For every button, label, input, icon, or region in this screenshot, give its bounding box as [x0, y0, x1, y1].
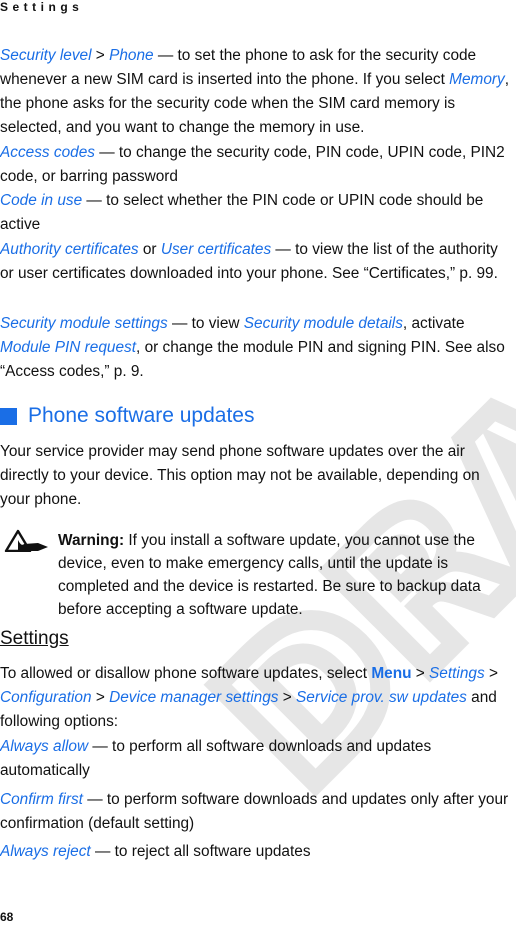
section-intro: Your service provider may send phone sof… — [0, 443, 480, 508]
option-access-codes: Access codes — to change the security co… — [0, 141, 512, 189]
page-number: 68 — [0, 910, 14, 924]
section-title: Phone software updates — [28, 404, 255, 427]
option-always-reject: Always reject — to reject all software u… — [0, 840, 512, 864]
menu-path-link[interactable]: Module PIN request — [0, 339, 136, 356]
menu-path-link[interactable]: User certificates — [161, 241, 271, 258]
option-desc: — to reject all software updates — [90, 843, 311, 860]
option-security-module: Security module settings — to view Secur… — [0, 312, 512, 384]
menu-path-link[interactable]: Authority certificates — [0, 241, 139, 258]
warning-label: Warning: — [58, 532, 125, 550]
option-always-allow: Always allow — to perform all software d… — [0, 735, 512, 783]
settings-instructions: To allowed or disallow phone software up… — [0, 662, 512, 734]
menu-path-link[interactable]: Device manager settings — [109, 689, 278, 706]
menu-path-link[interactable]: Service prov. sw updates — [296, 689, 467, 706]
option-code-in-use: Code in use — to select whether the PIN … — [0, 189, 512, 237]
body-text: > — [278, 689, 297, 706]
warning-icon — [4, 529, 48, 552]
menu-path-link[interactable]: Settings — [429, 665, 485, 682]
body-text: > — [91, 689, 110, 706]
option-confirm-first: Confirm first — to perform software down… — [0, 788, 512, 836]
body-text: , activate — [402, 315, 465, 332]
option-certificates: Authority certificates or User certifica… — [0, 238, 512, 286]
settings-subheading: Settings — [0, 628, 69, 649]
body-text: or — [138, 241, 161, 258]
menu-path-link[interactable]: Configuration — [0, 689, 92, 706]
option-label[interactable]: Always allow — [0, 738, 88, 755]
menu-path-link[interactable]: Security module details — [244, 315, 403, 332]
menu-path-link[interactable]: Memory — [449, 71, 505, 88]
menu-key-label[interactable]: Menu — [371, 665, 411, 682]
menu-path-link[interactable]: Access codes — [0, 144, 95, 161]
option-label[interactable]: Confirm first — [0, 791, 83, 808]
section-heading: Phone software updates — [0, 404, 255, 428]
body-text: To allowed or disallow phone software up… — [0, 665, 372, 682]
body-text: — to view — [167, 315, 244, 332]
body-text: > — [91, 47, 110, 64]
option-label[interactable]: Always reject — [0, 843, 91, 860]
body-text: > — [411, 665, 430, 682]
heading-square-icon — [0, 407, 17, 425]
option-security-level: Security level > Phone — to set the phon… — [0, 44, 512, 140]
warning-note: Warning: If you install a software updat… — [58, 529, 514, 621]
menu-path-link[interactable]: Security level — [0, 47, 92, 64]
menu-path-link[interactable]: Phone — [109, 47, 154, 64]
menu-path-link[interactable]: Security module settings — [0, 315, 168, 332]
menu-path-link[interactable]: Code in use — [0, 192, 82, 209]
body-text: > — [484, 665, 498, 682]
running-header: Settings — [0, 0, 84, 14]
